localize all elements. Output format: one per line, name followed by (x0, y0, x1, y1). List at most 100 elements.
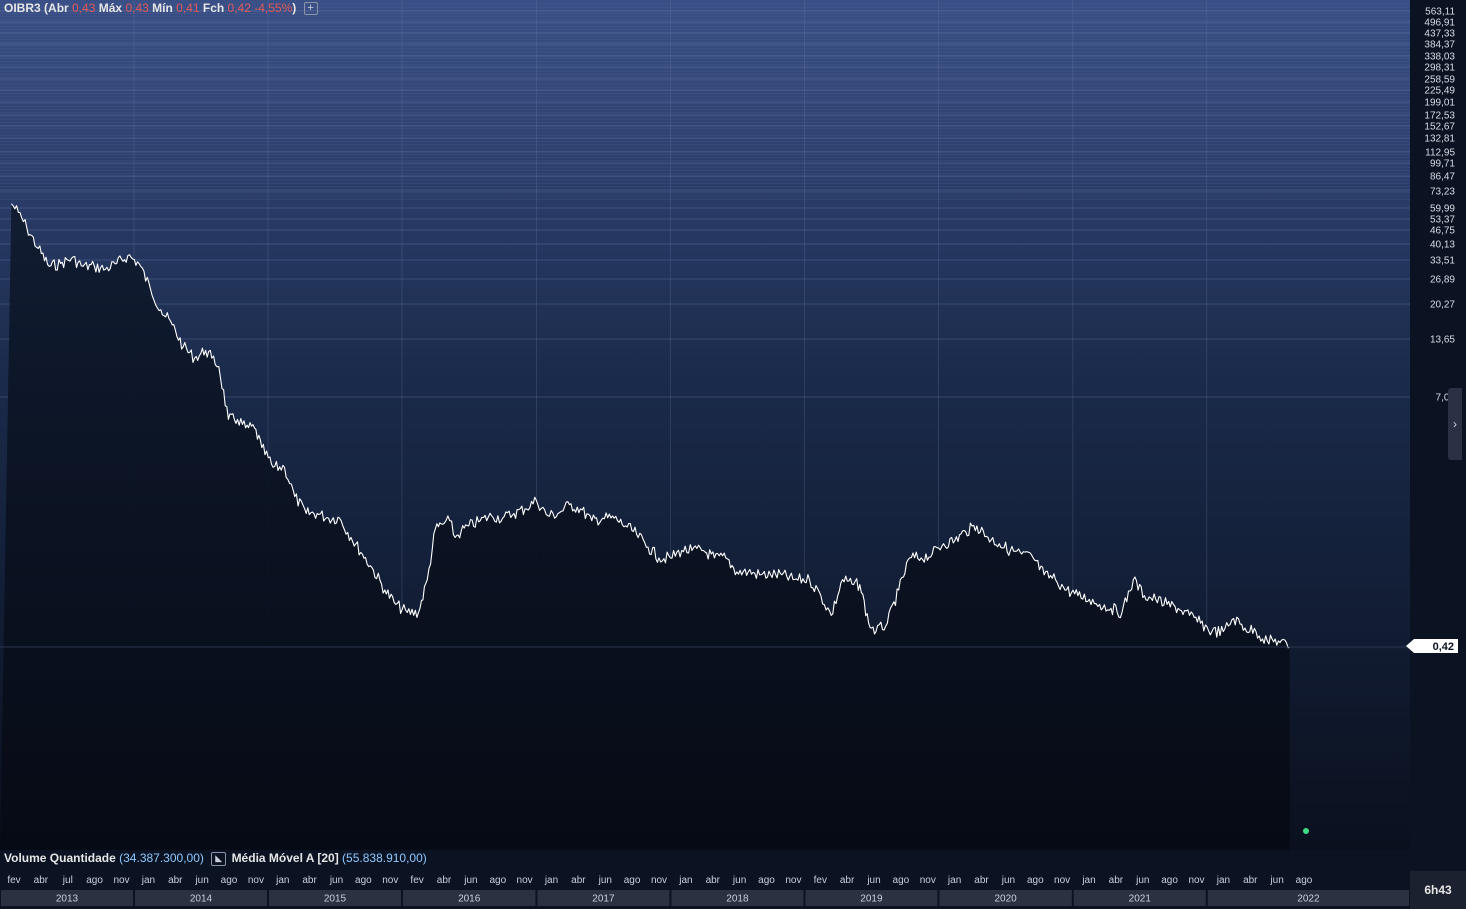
y-axis-ticks: 563,11496,91437,33384,37338,03298,31258,… (1424, 7, 1455, 404)
x-month-label: nov (785, 875, 801, 886)
x-year-label: 2014 (190, 894, 213, 905)
x-month-label: nov (1188, 875, 1204, 886)
x-year-label: 2017 (592, 894, 615, 905)
x-month-label: abr (1243, 875, 1258, 886)
y-tick-label: 384,37 (1424, 40, 1455, 51)
x-month-label: abr (1109, 875, 1124, 886)
x-month-label: abr (168, 875, 183, 886)
y-tick-label: 338,03 (1424, 52, 1455, 63)
low-label: Mín (152, 1, 173, 15)
x-month-label: ago (355, 875, 372, 886)
x-month-label: ago (1296, 875, 1313, 886)
volume-label[interactable]: Volume Quantidade (4, 851, 116, 865)
volume-value: (34.387.300,00) (119, 851, 204, 865)
x-month-label: jun (463, 875, 477, 886)
y-tick-label: 437,33 (1424, 29, 1455, 40)
x-month-label: ago (221, 875, 238, 886)
x-axis-year-labels: 2013 2014 2015 2016 2017 2018 2019 2020 2021 2022 (1, 890, 1409, 906)
y-tick-label: 563,11 (1425, 7, 1455, 18)
y-tick-label: 172,53 (1424, 111, 1455, 122)
x-month-label: ago (893, 875, 910, 886)
y-tick-label: 59,99 (1430, 204, 1455, 215)
y-tick-label: 112,95 (1425, 148, 1455, 159)
x-month-label: jun (1269, 875, 1283, 886)
x-month-label: abr (571, 875, 586, 886)
volume-dot (1303, 828, 1309, 834)
x-month-label: jun (1135, 875, 1149, 886)
y-tick-label: 199,01 (1424, 98, 1455, 109)
x-month-label: jan (678, 875, 692, 886)
x-month-label: jun (1001, 875, 1015, 886)
y-tick-label: 298,31 (1424, 63, 1455, 74)
x-month-label: nov (651, 875, 667, 886)
x-month-label: jan (1081, 875, 1095, 886)
side-panel-toggle[interactable]: › (1448, 388, 1462, 460)
x-month-label: nov (113, 875, 129, 886)
open-value: 0,43 (72, 1, 96, 15)
x-month-label: fev (410, 875, 423, 886)
x-month-label: jan (544, 875, 558, 886)
open-label: Abr (48, 1, 69, 15)
moving-average-label[interactable]: Média Móvel A [20] (232, 851, 339, 865)
x-axis-month-labels: fev abr jul ago nov jan abr jun ago nov jan abr jun a… (7, 875, 1312, 886)
last-price-label: 0,42 (1433, 641, 1454, 653)
low-value: 0,41 (176, 1, 200, 15)
y-tick-label: 132,81 (1424, 134, 1455, 145)
x-month-label: nov (382, 875, 398, 886)
x-month-label: jan (141, 875, 155, 886)
add-symbol-button[interactable]: + (303, 2, 318, 16)
last-price-marker: 0,42 (1406, 639, 1458, 653)
y-tick-label: 225,49 (1424, 86, 1455, 97)
y-tick-label: 13,65 (1430, 335, 1455, 346)
x-month-label: jan (947, 875, 961, 886)
x-month-label: abr (34, 875, 49, 886)
ticker-header: OIBR3 (Abr 0,43 Máx 0,43 Mín 0,41 Fch 0,… (4, 1, 318, 16)
price-chart[interactable]: 563,11496,91437,33384,37338,03298,31258,… (0, 0, 1466, 909)
x-month-label: ago (758, 875, 775, 886)
x-year-label: 2022 (1297, 894, 1320, 905)
change-value: -4,55% (254, 1, 293, 15)
y-tick-label: 152,67 (1424, 122, 1455, 133)
x-month-label: jan (1216, 875, 1230, 886)
moving-average-value: (55.838.910,00) (342, 851, 427, 865)
volume-legend: Volume Quantidade (34.387.300,00) ◣ Médi… (4, 851, 427, 866)
y-tick-label: 53,37 (1430, 215, 1455, 226)
x-month-label: abr (437, 875, 452, 886)
x-year-label: 2020 (994, 894, 1017, 905)
x-month-label: jan (275, 875, 289, 886)
x-month-label: ago (1161, 875, 1178, 886)
x-month-label: jun (194, 875, 208, 886)
y-tick-label: 20,27 (1430, 300, 1455, 311)
x-year-label: 2018 (726, 894, 749, 905)
y-tick-label: 258,59 (1424, 75, 1455, 86)
x-month-label: jun (866, 875, 880, 886)
x-month-label: abr (706, 875, 721, 886)
ticker-symbol[interactable]: OIBR3 (4, 1, 41, 15)
y-tick-label: 26,89 (1430, 275, 1455, 286)
y-tick-label: 99,71 (1430, 159, 1455, 170)
x-month-label: abr (840, 875, 855, 886)
x-month-label: nov (517, 875, 533, 886)
y-tick-label: 40,13 (1430, 240, 1455, 251)
x-month-label: ago (624, 875, 641, 886)
x-month-label: abr (302, 875, 317, 886)
x-month-label: ago (86, 875, 103, 886)
y-tick-label: 46,75 (1430, 226, 1455, 237)
close-label: Fch (202, 1, 225, 15)
x-month-label: jun (598, 875, 612, 886)
x-month-label: nov (920, 875, 936, 886)
x-month-label: jun (732, 875, 746, 886)
y-tick-label: 73,23 (1430, 187, 1455, 198)
x-year-label: 2016 (458, 894, 481, 905)
x-month-label: abr (974, 875, 989, 886)
x-month-label: nov (248, 875, 264, 886)
indicator-toggle-icon[interactable]: ◣ (211, 851, 227, 866)
x-month-label: jun (329, 875, 343, 886)
x-year-label: 2015 (324, 894, 347, 905)
y-tick-label: 496,91 (1424, 18, 1455, 29)
x-month-label: fev (7, 875, 20, 886)
x-year-label: 2019 (860, 894, 883, 905)
high-value: 0,43 (125, 1, 149, 15)
x-month-label: fev (814, 875, 827, 886)
y-tick-label: 33,51 (1430, 256, 1455, 267)
